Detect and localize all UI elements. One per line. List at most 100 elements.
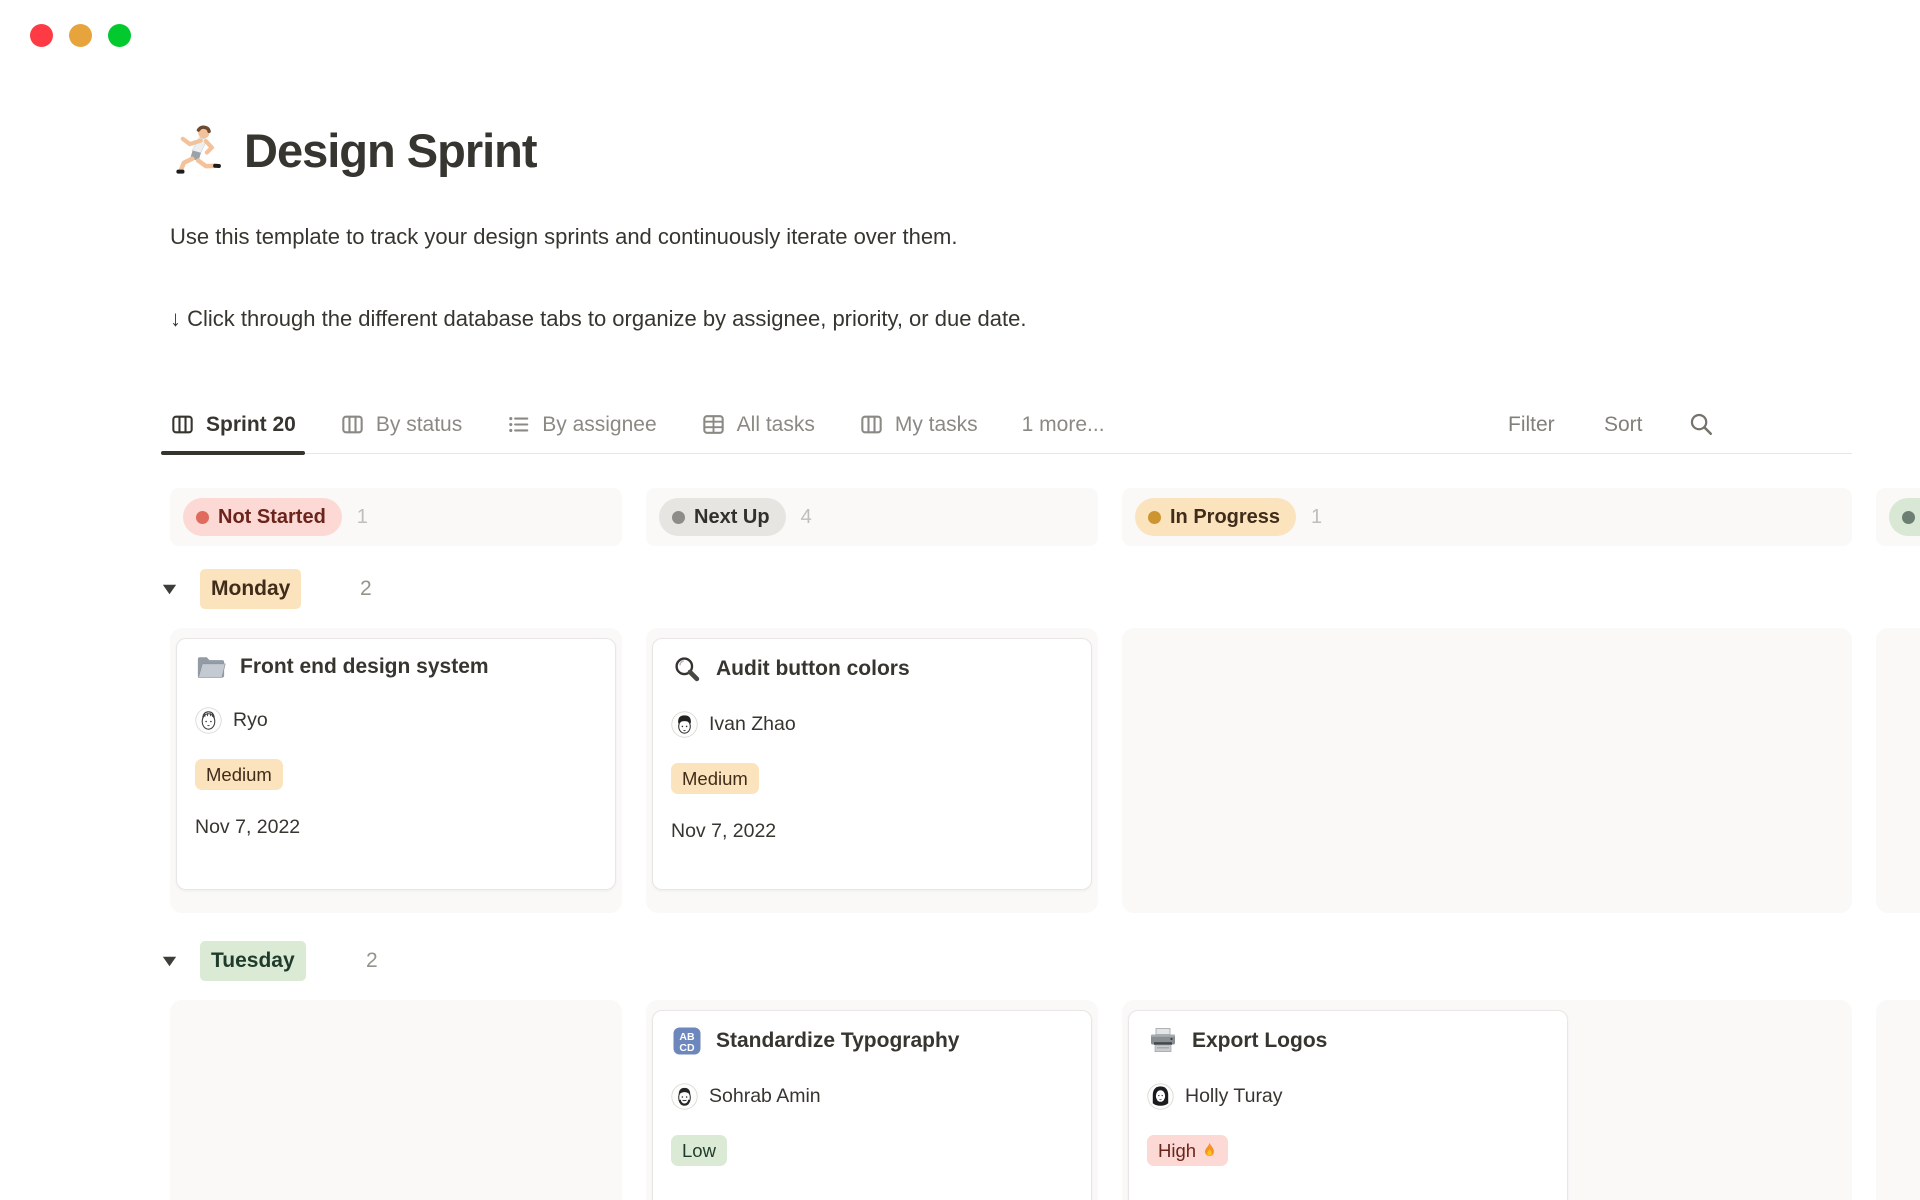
priority-row: High [1147, 1135, 1549, 1192]
tab-by-assignee[interactable]: By assignee [506, 396, 656, 453]
board-cell [170, 1000, 622, 1200]
board-icon [859, 412, 884, 437]
window-controls [30, 24, 131, 47]
group-pill-tuesday[interactable]: Tuesday [200, 941, 306, 981]
page-description: Use this template to track your design s… [170, 224, 958, 250]
card-title-row: Front end design system [195, 654, 597, 680]
runner-emoji[interactable] [168, 122, 224, 178]
card-assignee: Ivan Zhao [671, 711, 1073, 738]
status-dot [1902, 511, 1915, 524]
status-label: In Progress [1170, 506, 1280, 529]
table-icon [701, 412, 726, 437]
sort-button[interactable]: Sort [1604, 396, 1643, 453]
tab-my-tasks[interactable]: My tasks [859, 396, 978, 453]
group-row-tuesday: Tuesday 2 [0, 938, 1920, 984]
priority-pill: Low [671, 1135, 727, 1166]
svg-text:CD: CD [679, 1042, 695, 1054]
tab-label: By assignee [542, 413, 656, 437]
card-title: Front end design system [240, 655, 489, 679]
card-assignee: Holly Turay [1147, 1083, 1549, 1110]
assignee-name: Holly Turay [1185, 1085, 1283, 1108]
search-icon[interactable] [1688, 396, 1715, 453]
avatar-holly [1147, 1083, 1174, 1110]
assignee-name: Ryo [233, 709, 268, 732]
printer-icon [1147, 1026, 1179, 1056]
priority-row: Medium [195, 759, 597, 816]
priority-row: Low [671, 1135, 1073, 1192]
column-count: 1 [1311, 506, 1322, 529]
avatar-ryo [195, 707, 222, 734]
board-cell: Audit button colors Ivan Zhao Medium Nov 7,… [646, 628, 1098, 913]
priority-label: Medium [206, 764, 272, 786]
board-cell: ABCDStandardize TypographySohrab AminLow [646, 1000, 1098, 1200]
column-header-not-started: Not Started 1 [170, 488, 622, 546]
priority-label: High [1158, 1140, 1196, 1162]
list-icon [506, 412, 531, 437]
board-cell [1122, 628, 1852, 913]
tab-label: My tasks [895, 413, 978, 437]
avatar-sohrab [671, 1083, 698, 1110]
tab-label: All tasks [737, 413, 815, 437]
card-due-date: Nov 7, 2022 [671, 820, 1073, 843]
group-row-monday: Monday 2 [0, 566, 1920, 612]
board-cell: Front end design systemRyoMediumNov 7, 2… [170, 628, 622, 913]
task-card[interactable]: Front end design systemRyoMediumNov 7, 2… [176, 638, 616, 890]
column-header-in-progress: In Progress 1 [1122, 488, 1852, 546]
priority-pill: Medium [671, 763, 759, 794]
notion-design-sprint-page: { "window": { "traffic_lights": [ { "nam… [0, 0, 1920, 1200]
card-title-row: Export Logos [1147, 1026, 1549, 1056]
column-header-done-partial [1876, 488, 1920, 546]
database-tabbar: Sprint 20 By status By assignee All tasks My… [170, 396, 1852, 454]
group-pill-monday[interactable]: Monday [200, 569, 301, 609]
status-dot [672, 511, 685, 524]
status-pill-next-up[interactable]: Next Up [659, 498, 786, 536]
minimize-button[interactable] [69, 24, 92, 47]
filter-button[interactable]: Filter [1508, 396, 1555, 453]
column-header-next-up: Next Up 4 [646, 488, 1098, 546]
priority-label: Low [682, 1140, 716, 1162]
tab-label: Sprint 20 [206, 413, 296, 437]
column-count: 4 [801, 506, 812, 529]
collapse-triangle-icon[interactable] [160, 579, 180, 599]
page-instruction: ↓ Click through the different database t… [170, 306, 1026, 332]
board-icon [170, 412, 195, 437]
avatar-ivan [671, 711, 698, 738]
status-dot [196, 511, 209, 524]
tab-by-status[interactable]: By status [340, 396, 462, 453]
status-dot [1148, 511, 1161, 524]
status-pill-not-started[interactable]: Not Started [183, 498, 342, 536]
task-card[interactable]: Export Logos Holly Turay High [1128, 1010, 1568, 1200]
tab-sprint-20[interactable]: Sprint 20 [170, 396, 296, 453]
status-pill-in-progress[interactable]: In Progress [1135, 498, 1296, 536]
group-count: 2 [360, 577, 372, 601]
assignee-name: Ivan Zhao [709, 713, 796, 736]
card-title-row: Audit button colors [671, 654, 1073, 684]
folder-icon [195, 654, 227, 680]
card-title: Export Logos [1192, 1029, 1327, 1053]
group-count: 2 [366, 949, 378, 973]
tab-label: By status [376, 413, 462, 437]
priority-pill: High [1147, 1135, 1228, 1166]
collapse-triangle-icon[interactable] [160, 951, 180, 971]
card-title: Audit button colors [716, 657, 910, 681]
status-label: Next Up [694, 506, 770, 529]
priority-pill: Medium [195, 759, 283, 790]
tab-1-more-[interactable]: 1 more... [1022, 396, 1105, 453]
assignee-name: Sohrab Amin [709, 1085, 821, 1108]
status-label: Not Started [218, 506, 326, 529]
page-title[interactable]: Design Sprint [244, 123, 537, 178]
task-card[interactable]: ABCDStandardize TypographySohrab AminLow [652, 1010, 1092, 1200]
column-count: 1 [357, 506, 368, 529]
priority-row: Medium [671, 763, 1073, 820]
close-button[interactable] [30, 24, 53, 47]
status-pill-done-partial[interactable] [1889, 498, 1920, 536]
zoom-button[interactable] [108, 24, 131, 47]
task-card[interactable]: Audit button colors Ivan Zhao Medium Nov 7,… [652, 638, 1092, 890]
card-title: Standardize Typography [716, 1029, 959, 1053]
card-assignee: Ryo [195, 707, 597, 734]
board-header-row: Not Started 1 Next Up 4 In Progress 1 [0, 488, 1920, 546]
tab-all-tasks[interactable]: All tasks [701, 396, 815, 453]
board-icon [340, 412, 365, 437]
card-title-row: ABCDStandardize Typography [671, 1026, 1073, 1056]
board-cell [1876, 1000, 1920, 1200]
